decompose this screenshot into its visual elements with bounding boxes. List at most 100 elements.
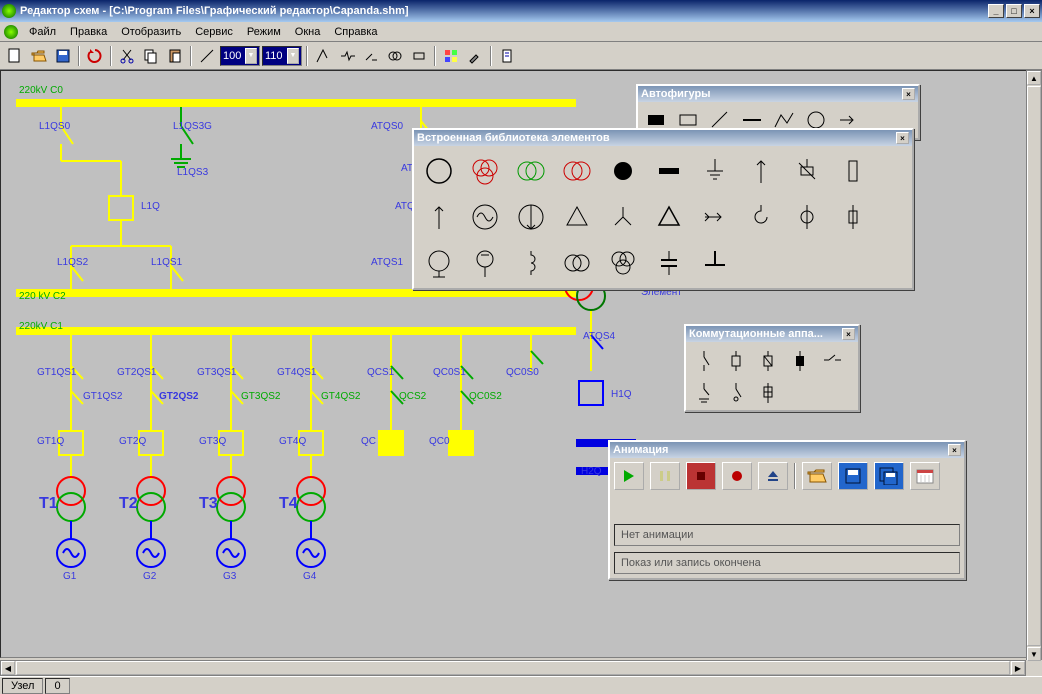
status-node-label: Узел xyxy=(2,678,43,694)
lib-coil[interactable] xyxy=(510,242,552,284)
animation-status-1: Нет анимации xyxy=(614,524,960,546)
lib-trans3-red[interactable] xyxy=(464,150,506,192)
lib-reactor[interactable] xyxy=(740,196,782,238)
tool-switch[interactable] xyxy=(360,45,382,67)
save-all-button[interactable] xyxy=(874,462,904,490)
menu-windows[interactable]: Окна xyxy=(288,24,328,40)
vertical-scrollbar[interactable]: ▲ ▼ xyxy=(1026,70,1042,660)
menu-service[interactable]: Сервис xyxy=(188,24,240,40)
zoom-combo-1[interactable]: 100▼ xyxy=(220,46,260,66)
close-icon[interactable]: × xyxy=(896,132,909,144)
lib-rect-vert[interactable] xyxy=(832,150,874,192)
menu-mode[interactable]: Режим xyxy=(240,24,288,40)
lib-trans3[interactable] xyxy=(602,242,644,284)
scroll-thumb[interactable] xyxy=(1027,86,1041,646)
sw-disconnector[interactable] xyxy=(690,346,718,374)
scroll-thumb[interactable] xyxy=(16,661,1010,675)
lib-cap-sw[interactable] xyxy=(786,150,828,192)
lib-cap[interactable] xyxy=(648,242,690,284)
save-anim-button[interactable] xyxy=(838,462,868,490)
tool-trans[interactable] xyxy=(384,45,406,67)
lib-bar[interactable] xyxy=(648,150,690,192)
lib-arrow-up[interactable] xyxy=(740,150,782,192)
maximize-button[interactable]: □ xyxy=(1006,4,1022,18)
stop-button[interactable] xyxy=(686,462,716,490)
lib-trans2-green[interactable] xyxy=(510,150,552,192)
lib-arrow-up2[interactable] xyxy=(418,196,460,238)
lib-ground[interactable] xyxy=(694,150,736,192)
scroll-right-icon[interactable]: ▶ xyxy=(1011,661,1025,675)
scroll-down-icon[interactable]: ▼ xyxy=(1027,647,1041,661)
open-button[interactable] xyxy=(28,45,50,67)
lib-arrows[interactable] xyxy=(694,196,736,238)
lib-pt[interactable] xyxy=(464,242,506,284)
sw-breaker1[interactable] xyxy=(722,346,750,374)
lib-delta2[interactable] xyxy=(648,196,690,238)
open-folder-button[interactable] xyxy=(802,462,832,490)
tool-b[interactable] xyxy=(336,45,358,67)
close-icon[interactable]: × xyxy=(948,444,961,456)
eject-button[interactable] xyxy=(758,462,788,490)
lib-gen[interactable] xyxy=(464,196,506,238)
lib-star[interactable] xyxy=(602,196,644,238)
palette-library-title[interactable]: Встроенная библиотека элементов × xyxy=(414,130,912,146)
lib-trans2-red[interactable] xyxy=(556,150,598,192)
record-button[interactable] xyxy=(722,462,752,490)
paste-button[interactable] xyxy=(164,45,186,67)
sw-load[interactable] xyxy=(722,378,750,406)
label-t4: T4 xyxy=(279,495,298,513)
tool-palette[interactable] xyxy=(440,45,462,67)
lib-fuse[interactable] xyxy=(832,196,874,238)
tool-a[interactable] xyxy=(312,45,334,67)
menu-view[interactable]: Отобразить xyxy=(114,24,188,40)
lib-delta[interactable] xyxy=(556,196,598,238)
close-icon[interactable]: × xyxy=(902,88,915,100)
copy-button[interactable] xyxy=(140,45,162,67)
cut-button[interactable] xyxy=(116,45,138,67)
sw-ground[interactable] xyxy=(690,378,718,406)
lib-circle[interactable] xyxy=(418,150,460,192)
palette-autoshapes-title[interactable]: Автофигуры × xyxy=(638,86,918,102)
scroll-up-icon[interactable]: ▲ xyxy=(1027,71,1041,85)
sw-breaker2[interactable] xyxy=(754,346,782,374)
minimize-button[interactable]: _ xyxy=(988,4,1004,18)
horizontal-scrollbar[interactable]: ◀ ▶ xyxy=(0,660,1026,676)
refresh-button[interactable] xyxy=(84,45,106,67)
label-g4: G4 xyxy=(303,571,316,582)
lib-earth-circ[interactable] xyxy=(418,242,460,284)
line-tool-button[interactable] xyxy=(196,45,218,67)
new-button[interactable] xyxy=(4,45,26,67)
save-button[interactable] xyxy=(52,45,74,67)
zoom-combo-2[interactable]: 110▼ xyxy=(262,46,302,66)
sw-breaker3[interactable] xyxy=(786,346,814,374)
menu-edit[interactable]: Правка xyxy=(63,24,114,40)
pause-button[interactable] xyxy=(650,462,680,490)
sw-drawer[interactable] xyxy=(754,378,782,406)
calendar-button[interactable] xyxy=(910,462,940,490)
lib-load[interactable] xyxy=(510,196,552,238)
close-icon[interactable]: × xyxy=(842,328,855,340)
menu-file[interactable]: Файл xyxy=(22,24,63,40)
tool-eyedrop[interactable] xyxy=(464,45,486,67)
app-icon xyxy=(2,4,16,18)
palette-library[interactable]: Встроенная библиотека элементов × xyxy=(412,128,914,290)
label-h2q: H2Q xyxy=(581,466,602,477)
lib-trans2[interactable] xyxy=(556,242,598,284)
label-gt4qs2: GT4QS2 xyxy=(321,391,360,402)
label-l1qs3g: L1QS3G xyxy=(173,121,212,132)
window-title: Редактор схем - [C:\Program Files\Графич… xyxy=(20,5,986,17)
palette-animation-title[interactable]: Анимация × xyxy=(610,442,964,458)
menu-help[interactable]: Справка xyxy=(327,24,384,40)
sw-contactor[interactable] xyxy=(818,346,846,374)
tool-doc[interactable] xyxy=(496,45,518,67)
palette-switchgear-title[interactable]: Коммутационные аппа... × xyxy=(686,326,858,342)
palette-switchgear[interactable]: Коммутационные аппа... × xyxy=(684,324,860,412)
lib-ct[interactable] xyxy=(786,196,828,238)
tool-element[interactable] xyxy=(408,45,430,67)
lib-dot[interactable] xyxy=(602,150,644,192)
scroll-left-icon[interactable]: ◀ xyxy=(1,661,15,675)
palette-animation[interactable]: Анимация × Нет анимации Показ или запись… xyxy=(608,440,966,580)
play-button[interactable] xyxy=(614,462,644,490)
lib-gnd2[interactable] xyxy=(694,242,736,284)
close-button[interactable]: × xyxy=(1024,4,1040,18)
